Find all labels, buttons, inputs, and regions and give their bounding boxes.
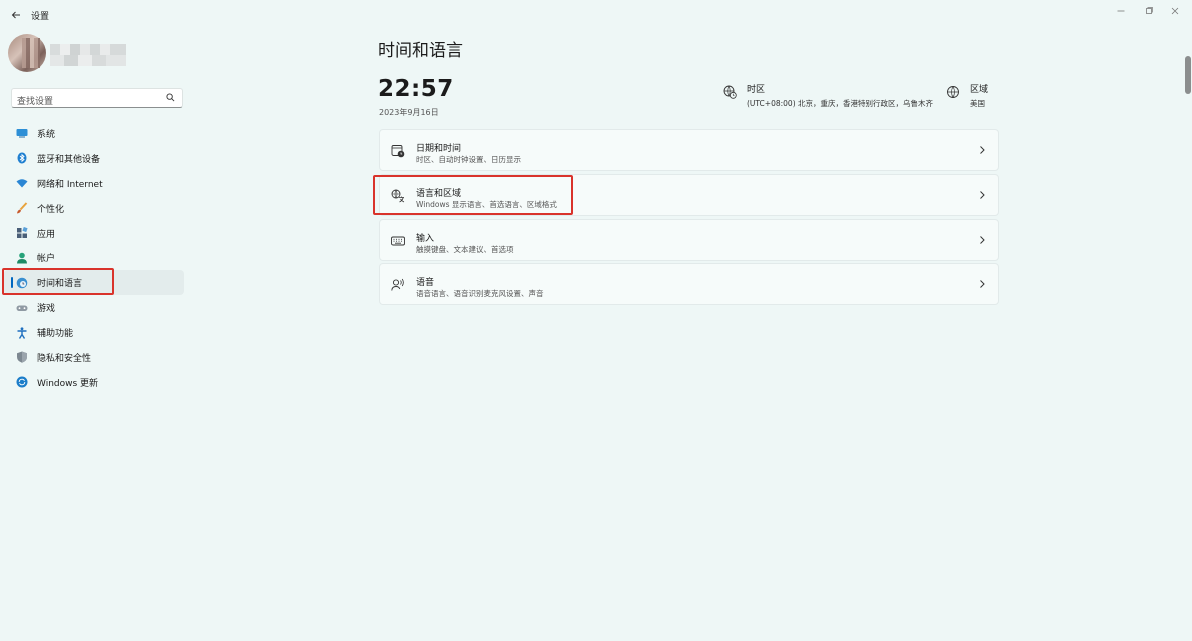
sidebar-item-label: 隐私和安全性 — [37, 353, 92, 364]
title-bar: 设置 — [0, 0, 1192, 30]
page-title: 时间和语言 — [378, 41, 463, 61]
calendar-clock-icon — [391, 145, 405, 158]
search-input[interactable] — [12, 93, 152, 111]
sidebar-item-accounts[interactable]: 帐户 — [4, 245, 184, 270]
sidebar-item-label: 时间和语言 — [37, 279, 83, 290]
card-title: 语音 — [416, 278, 435, 288]
avatar[interactable] — [8, 34, 46, 72]
region-info: 区域 美国 — [946, 82, 988, 109]
sidebar-item-windows-update[interactable]: Windows 更新 — [4, 370, 184, 395]
timezone-label: 时区 — [747, 85, 766, 95]
sidebar-item-label: 游戏 — [37, 304, 56, 315]
timezone-value: (UTC+08:00) 北京，重庆，香港特别行政区，乌鲁木齐 — [747, 99, 934, 108]
sidebar-item-accessibility[interactable]: 辅助功能 — [4, 320, 184, 345]
scrollbar-thumb[interactable] — [1185, 56, 1191, 94]
close-button[interactable] — [1164, 4, 1186, 18]
sidebar-item-label: 辅助功能 — [37, 329, 74, 340]
sidebar-item-network[interactable]: 网络和 Internet — [4, 171, 184, 196]
gamepad-icon — [16, 302, 28, 314]
chevron-right-icon — [980, 146, 985, 154]
minimize-button[interactable] — [1110, 4, 1132, 18]
shield-icon — [16, 351, 28, 364]
sidebar-item-time-language[interactable]: 时间和语言 — [4, 270, 184, 296]
sidebar-item-label: 系统 — [37, 129, 56, 140]
sidebar-item-label: 网络和 Internet — [37, 179, 103, 190]
timezone-icon — [723, 85, 737, 99]
brush-icon — [16, 202, 28, 214]
update-icon — [16, 376, 28, 388]
card-title: 日期和时间 — [416, 144, 462, 154]
accessibility-icon — [16, 326, 28, 339]
card-title: 输入 — [416, 234, 435, 244]
back-arrow-icon[interactable] — [8, 7, 24, 23]
apps-icon — [16, 227, 28, 239]
maximize-button[interactable] — [1138, 4, 1160, 18]
monitor-icon — [16, 127, 28, 139]
selection-indicator — [11, 277, 13, 289]
search-icon[interactable] — [166, 93, 175, 102]
card-subtitle: Windows 显示语言、首选语言、区域格式 — [416, 200, 557, 209]
language-icon — [391, 189, 405, 203]
sidebar-nav: 系统 蓝牙和其他设备 网络和 Internet 个性化 应用 帐户 时间和语言 … — [4, 121, 184, 395]
person-icon — [16, 252, 28, 264]
app-title: 设置 — [31, 12, 50, 22]
speech-icon — [391, 278, 404, 291]
sidebar-item-label: Windows 更新 — [37, 378, 99, 389]
sidebar-item-gaming[interactable]: 游戏 — [4, 295, 184, 320]
card-date-time[interactable]: 日期和时间 时区、自动时钟设置、日历显示 — [379, 129, 999, 171]
sidebar-item-bluetooth[interactable]: 蓝牙和其他设备 — [4, 146, 184, 171]
sidebar-item-label: 蓝牙和其他设备 — [37, 154, 101, 165]
card-language-region[interactable]: 语言和区域 Windows 显示语言、首选语言、区域格式 — [379, 174, 999, 216]
current-date: 2023年9月16日 — [379, 108, 439, 117]
sidebar-item-label: 应用 — [37, 229, 56, 240]
card-speech[interactable]: 语音 语音语言、语音识别麦克风设置、声音 — [379, 263, 999, 305]
card-subtitle: 语音语言、语音识别麦克风设置、声音 — [416, 289, 544, 298]
keyboard-icon — [391, 236, 405, 246]
chevron-right-icon — [980, 236, 985, 244]
card-subtitle: 时区、自动时钟设置、日历显示 — [416, 155, 521, 164]
card-typing[interactable]: 输入 触摸键盘、文本建议、首选项 — [379, 219, 999, 261]
globe-clock-icon — [16, 277, 28, 289]
region-value: 美国 — [970, 99, 985, 108]
sidebar-item-apps[interactable]: 应用 — [4, 221, 184, 246]
card-subtitle: 触摸键盘、文本建议、首选项 — [416, 245, 514, 254]
current-time: 22:57 — [378, 76, 454, 102]
chevron-right-icon — [980, 191, 985, 199]
blurred-user-name — [50, 44, 126, 66]
region-label: 区域 — [970, 85, 989, 95]
search-box[interactable] — [11, 88, 183, 111]
timezone-info: 时区 (UTC+08:00) 北京，重庆，香港特别行政区，乌鲁木齐 — [723, 82, 933, 109]
sidebar-item-system[interactable]: 系统 — [4, 121, 184, 146]
sidebar-item-privacy[interactable]: 隐私和安全性 — [4, 345, 184, 370]
sidebar-item-label: 个性化 — [37, 204, 65, 215]
sidebar-item-personalization[interactable]: 个性化 — [4, 196, 184, 221]
globe-icon — [947, 86, 959, 98]
card-title: 语言和区域 — [416, 189, 462, 199]
chevron-right-icon — [980, 280, 985, 288]
wifi-icon — [16, 177, 28, 189]
sidebar-item-label: 帐户 — [37, 254, 56, 265]
bluetooth-icon — [16, 152, 28, 164]
